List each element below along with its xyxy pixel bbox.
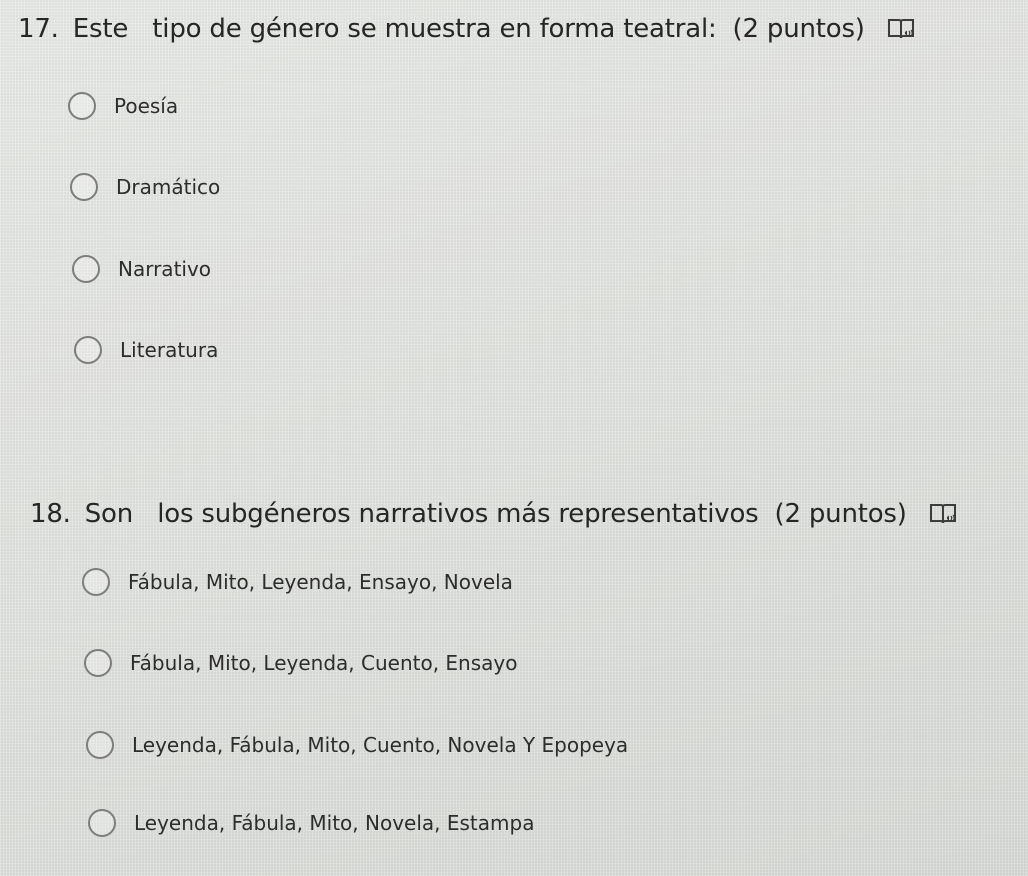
radio-button[interactable] [70, 173, 98, 201]
question-text: Son los subgéneros narrativos más repres… [84, 499, 759, 529]
question-number: 18. [30, 499, 71, 529]
question-text: Este tipo de género se muestra en forma … [72, 14, 717, 44]
option-label: Narrativo [118, 257, 212, 281]
radio-button[interactable] [72, 255, 100, 283]
question-points: (2 puntos) [774, 499, 907, 529]
question-17-title: 17. Este tipo de género se muestra en fo… [18, 14, 915, 44]
option-label: Dramático [116, 175, 221, 199]
option-label: Poesía [114, 94, 179, 118]
radio-button[interactable] [68, 92, 96, 120]
radio-button[interactable] [74, 336, 102, 364]
radio-button[interactable] [86, 731, 114, 759]
q18-option-1[interactable]: Fábula, Mito, Leyenda, Ensayo, Novela [82, 568, 513, 596]
option-label: Fábula, Mito, Leyenda, Cuento, Ensayo [130, 651, 518, 675]
immersive-reader-icon[interactable] [929, 502, 957, 526]
option-label: Literatura [120, 338, 219, 362]
question-18-title: 18. Son los subgéneros narrativos más re… [30, 499, 957, 529]
q17-option-2[interactable]: Dramático [70, 173, 220, 201]
question-number: 17. [18, 14, 59, 44]
radio-button[interactable] [82, 568, 110, 596]
q18-option-4[interactable]: Leyenda, Fábula, Mito, Novela, Estampa [88, 809, 534, 837]
q18-option-2[interactable]: Fábula, Mito, Leyenda, Cuento, Ensayo [84, 649, 517, 677]
immersive-reader-icon[interactable] [887, 17, 915, 41]
q17-option-4[interactable]: Literatura [74, 336, 218, 364]
radio-button[interactable] [84, 649, 112, 677]
option-label: Leyenda, Fábula, Mito, Novela, Estampa [134, 811, 535, 835]
option-label: Leyenda, Fábula, Mito, Cuento, Novela Y … [132, 733, 629, 757]
q17-option-1[interactable]: Poesía [68, 92, 178, 120]
radio-button[interactable] [88, 809, 116, 837]
option-label: Fábula, Mito, Leyenda, Ensayo, Novela [128, 570, 513, 594]
q18-option-3[interactable]: Leyenda, Fábula, Mito, Cuento, Novela Y … [86, 731, 628, 759]
question-points: (2 puntos) [732, 14, 865, 44]
q17-option-3[interactable]: Narrativo [72, 255, 211, 283]
